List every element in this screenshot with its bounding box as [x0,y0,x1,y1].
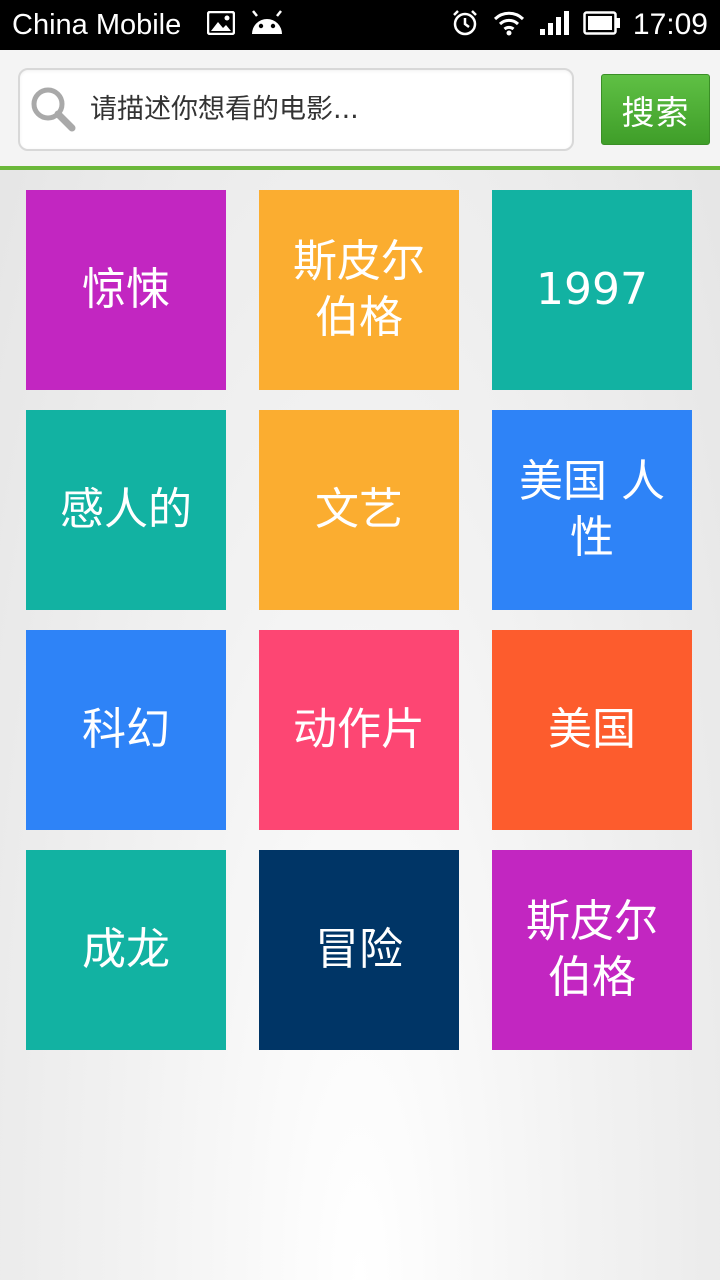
tag-tile[interactable]: 惊悚 [26,190,226,390]
tag-tile[interactable]: 斯皮尔伯格 [492,850,692,1050]
battery-icon [583,11,621,39]
tag-tile[interactable]: 动作片 [259,630,459,830]
search-input[interactable] [90,79,550,140]
tag-tile[interactable]: 感人的 [26,410,226,610]
wifi-icon [493,10,525,40]
search-header: 搜索 [0,50,720,170]
tag-tile-label: 惊悚 [82,264,170,315]
tag-tile-label: 动作片 [293,704,425,755]
tag-tile[interactable]: 斯皮尔伯格 [259,190,459,390]
carrier-name: China Mobile [12,8,182,41]
clock: 17:09 [632,8,708,41]
tag-tile-label: 1997 [536,264,648,315]
search-button[interactable]: 搜索 [601,74,710,145]
tag-tile-label: 冒险 [315,924,403,975]
search-box[interactable] [18,68,574,151]
tag-grid: 惊悚 斯皮尔伯格 1997 感人的 文艺 美国 人性 科幻 动作片 美国 成龙 … [26,190,692,1050]
tag-tile-label: 科幻 [82,704,170,755]
tag-tile-label: 斯皮尔伯格 [526,896,658,1003]
tag-tile-label: 美国 人性 [519,456,665,563]
tag-tile[interactable]: 1997 [492,190,692,390]
search-icon [26,82,82,138]
image-icon [207,10,236,39]
tag-tile[interactable]: 美国 [492,630,692,830]
tag-tile[interactable]: 科幻 [26,630,226,830]
tag-tile-label: 斯皮尔伯格 [293,236,425,343]
tag-tile[interactable]: 冒险 [259,850,459,1050]
alarm-icon [451,9,479,41]
tag-tile-label: 文艺 [315,484,403,535]
tag-tile-label: 成龙 [82,924,170,975]
tag-tile[interactable]: 成龙 [26,850,226,1050]
tag-tile-label: 美国 [548,704,636,755]
tag-tile[interactable]: 美国 人性 [492,410,692,610]
tag-tile-label: 感人的 [60,484,192,535]
android-icon [249,10,285,40]
tag-tile[interactable]: 文艺 [259,410,459,610]
signal-icon [539,10,569,40]
status-bar: China Mobile 17:09 [0,0,720,50]
